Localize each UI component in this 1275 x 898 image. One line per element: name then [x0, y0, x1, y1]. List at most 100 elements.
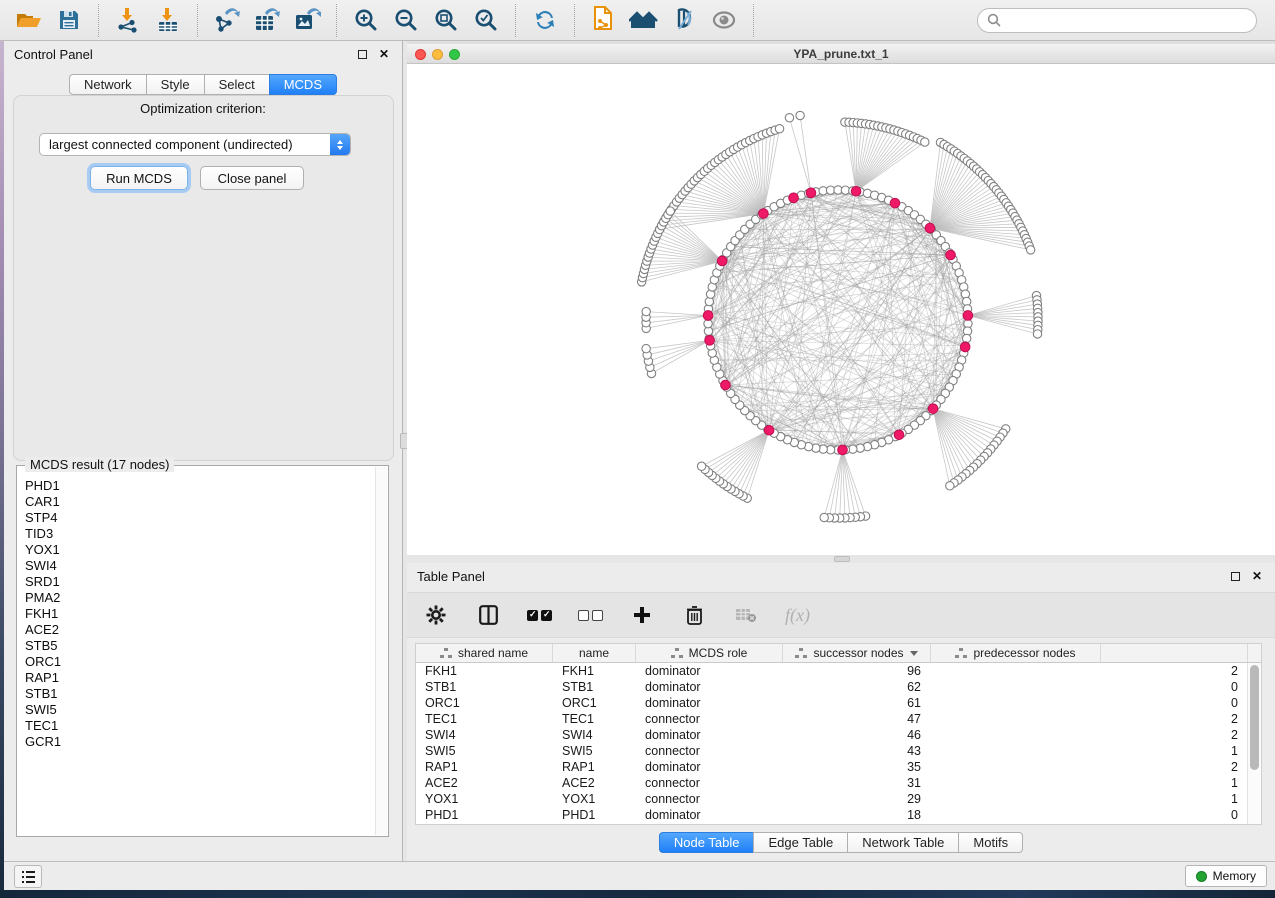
mcds-node[interactable]: [928, 404, 938, 414]
mcds-result-item[interactable]: CAR1: [19, 494, 374, 510]
import-network-icon[interactable]: [108, 3, 148, 37]
float-panel-icon[interactable]: [354, 46, 370, 62]
network-canvas[interactable]: [407, 64, 1275, 555]
delete-column-trash-icon[interactable]: [681, 602, 707, 628]
tab-select[interactable]: Select: [204, 74, 269, 95]
export-network-icon[interactable]: [207, 3, 247, 37]
mcds-result-item[interactable]: PMA2: [19, 590, 374, 606]
mcds-node[interactable]: [705, 336, 715, 346]
network-window-titlebar[interactable]: YPA_prune.txt_1: [407, 44, 1275, 64]
mcds-node[interactable]: [890, 198, 900, 208]
deselect-all-rows-icon[interactable]: [578, 610, 603, 621]
mcds-node[interactable]: [764, 425, 774, 435]
criterion-dropdown[interactable]: largest connected component (undirected): [39, 133, 351, 156]
splitter-handle[interactable]: [834, 556, 850, 562]
column-header-MCDS-role[interactable]: MCDS role: [636, 644, 783, 662]
mcds-result-item[interactable]: TEC1: [19, 718, 374, 734]
mcds-result-item[interactable]: RAP1: [19, 670, 374, 686]
zoom-in-icon[interactable]: [346, 3, 386, 37]
table-row[interactable]: TEC1TEC1connector472: [416, 711, 1261, 727]
show-panel-list-button[interactable]: [14, 865, 42, 888]
mcds-node[interactable]: [721, 380, 731, 390]
zoom-selected-icon[interactable]: [466, 3, 506, 37]
table-scrollbar[interactable]: [1247, 663, 1261, 824]
mcds-node[interactable]: [946, 250, 956, 260]
add-column-icon[interactable]: [629, 602, 655, 628]
close-panel-button[interactable]: Close panel: [200, 166, 304, 190]
table-settings-gear-icon[interactable]: [423, 602, 449, 628]
scrollbar-thumb[interactable]: [1250, 665, 1259, 770]
mcds-result-item[interactable]: STP4: [19, 510, 374, 526]
zoom-out-icon[interactable]: [386, 3, 426, 37]
close-panel-icon[interactable]: ✕: [1249, 568, 1265, 584]
mcds-node[interactable]: [806, 188, 816, 198]
horizontal-splitter[interactable]: [407, 555, 1275, 563]
mcds-result-item[interactable]: ACE2: [19, 622, 374, 638]
run-mcds-button[interactable]: Run MCDS: [90, 166, 188, 190]
fit-content-icon[interactable]: [426, 3, 466, 37]
mcds-result-item[interactable]: PHD1: [19, 478, 374, 494]
graphics-details-eye-icon[interactable]: [704, 3, 744, 37]
column-header-empty[interactable]: [1101, 644, 1248, 662]
float-panel-icon[interactable]: [1227, 568, 1243, 584]
memory-button[interactable]: Memory: [1185, 865, 1267, 887]
mcds-node[interactable]: [925, 223, 935, 233]
show-columns-icon[interactable]: [475, 602, 501, 628]
mcds-node[interactable]: [960, 342, 970, 352]
mcds-result-item[interactable]: STB1: [19, 686, 374, 702]
table-row[interactable]: STB1STB1dominator620: [416, 679, 1261, 695]
mcds-result-item[interactable]: SWI5: [19, 702, 374, 718]
mcds-node[interactable]: [851, 186, 861, 196]
refresh-icon[interactable]: [525, 3, 565, 37]
table-row[interactable]: YOX1YOX1connector291: [416, 791, 1261, 807]
mcds-result-item[interactable]: FKH1: [19, 606, 374, 622]
export-image-icon[interactable]: [287, 3, 327, 37]
mcds-result-item[interactable]: ORC1: [19, 654, 374, 670]
mcds-node[interactable]: [789, 193, 799, 203]
mcds-node[interactable]: [717, 256, 727, 266]
mcds-result-list[interactable]: PHD1CAR1STP4TID3YOX1SWI4SRD1PMA2FKH1ACE2…: [19, 478, 374, 834]
tab-edge-table[interactable]: Edge Table: [753, 832, 847, 853]
mcds-result-item[interactable]: GCR1: [19, 734, 374, 750]
table-row[interactable]: SWI4SWI4dominator462: [416, 727, 1261, 743]
tab-style[interactable]: Style: [146, 74, 204, 95]
tab-node-table[interactable]: Node Table: [659, 832, 754, 853]
mcds-node[interactable]: [838, 445, 848, 455]
column-header-shared-name[interactable]: shared name: [416, 644, 553, 662]
table-row[interactable]: ACE2ACE2connector311: [416, 775, 1261, 791]
mcds-node[interactable]: [963, 311, 973, 321]
mcds-result-item[interactable]: SRD1: [19, 574, 374, 590]
mcds-list-scrollbar[interactable]: [375, 467, 387, 835]
column-header-successor-nodes[interactable]: successor nodes: [783, 644, 931, 662]
mcds-result-item[interactable]: SWI4: [19, 558, 374, 574]
export-to-web-icon[interactable]: [584, 3, 624, 37]
table-row[interactable]: RAP1RAP1dominator352: [416, 759, 1261, 775]
import-table-icon[interactable]: [148, 3, 188, 37]
attribute-icon: [955, 648, 967, 658]
table-row[interactable]: FKH1FKH1dominator962: [416, 663, 1261, 679]
tab-mcds[interactable]: MCDS: [269, 74, 337, 95]
save-session-icon[interactable]: [49, 3, 89, 37]
mcds-node[interactable]: [759, 209, 769, 219]
mcds-node[interactable]: [703, 311, 713, 321]
mcds-node[interactable]: [894, 430, 904, 440]
ndex-browse-icon[interactable]: [624, 3, 664, 37]
export-table-icon[interactable]: [247, 3, 287, 37]
search-input[interactable]: [1007, 12, 1247, 29]
mcds-result-item[interactable]: YOX1: [19, 542, 374, 558]
mcds-result-item[interactable]: TID3: [19, 526, 374, 542]
open-session-icon[interactable]: [9, 3, 49, 37]
search-box[interactable]: [977, 8, 1257, 33]
tab-network-table[interactable]: Network Table: [847, 832, 958, 853]
select-all-rows-icon[interactable]: [527, 610, 552, 621]
table-row[interactable]: PHD1PHD1dominator180: [416, 807, 1261, 823]
mcds-result-item[interactable]: STB5: [19, 638, 374, 654]
table-row[interactable]: SWI5SWI5connector431: [416, 743, 1261, 759]
table-row[interactable]: ORC1ORC1dominator610: [416, 695, 1261, 711]
column-header-predecessor-nodes[interactable]: predecessor nodes: [931, 644, 1101, 662]
tab-motifs[interactable]: Motifs: [958, 832, 1023, 853]
show-hide-graphics-icon[interactable]: [664, 3, 704, 37]
column-header-name[interactable]: name: [553, 644, 636, 662]
tab-network[interactable]: Network: [69, 74, 146, 95]
close-panel-icon[interactable]: ✕: [376, 46, 392, 62]
